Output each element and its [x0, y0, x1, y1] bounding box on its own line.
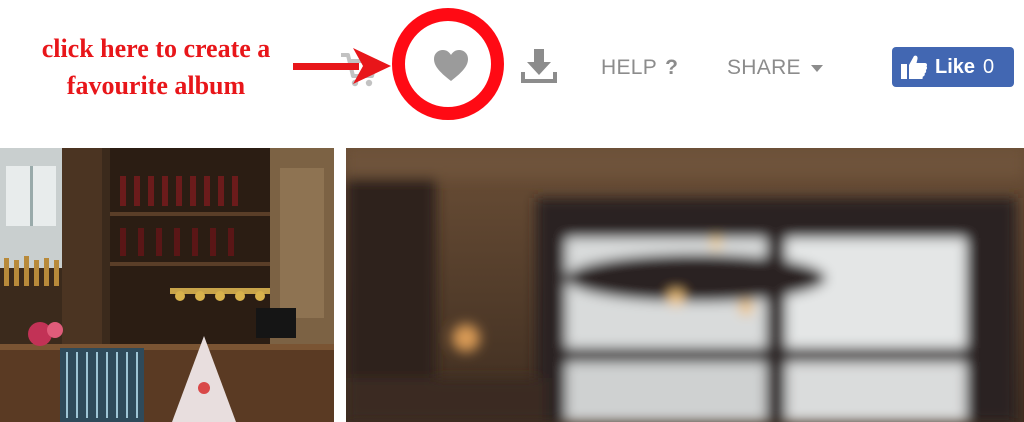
help-label: HELP	[601, 56, 658, 79]
annotation-line-1: click here to create a	[41, 34, 271, 63]
download-icon[interactable]	[520, 47, 558, 85]
like-label: Like	[935, 55, 976, 78]
thumbs-up-icon	[901, 55, 928, 79]
annotation-line-2: favourite album	[66, 71, 246, 100]
facebook-like-button[interactable]: Like 0	[892, 47, 1014, 87]
annotation-text: click here to create a favourite album	[10, 30, 302, 104]
caret-down-icon	[810, 64, 823, 72]
share-dropdown[interactable]: SHARE	[727, 56, 823, 80]
gallery-photo-bar-interior[interactable]	[0, 148, 334, 422]
share-label: SHARE	[727, 56, 801, 79]
question-icon: ?	[665, 56, 679, 79]
heart-icon[interactable]	[432, 48, 470, 84]
annotation-arrow	[293, 48, 391, 84]
like-count: 0	[983, 55, 995, 78]
gallery-photo-blurred-window[interactable]	[346, 148, 1024, 422]
help-link[interactable]: HELP ?	[601, 56, 678, 80]
